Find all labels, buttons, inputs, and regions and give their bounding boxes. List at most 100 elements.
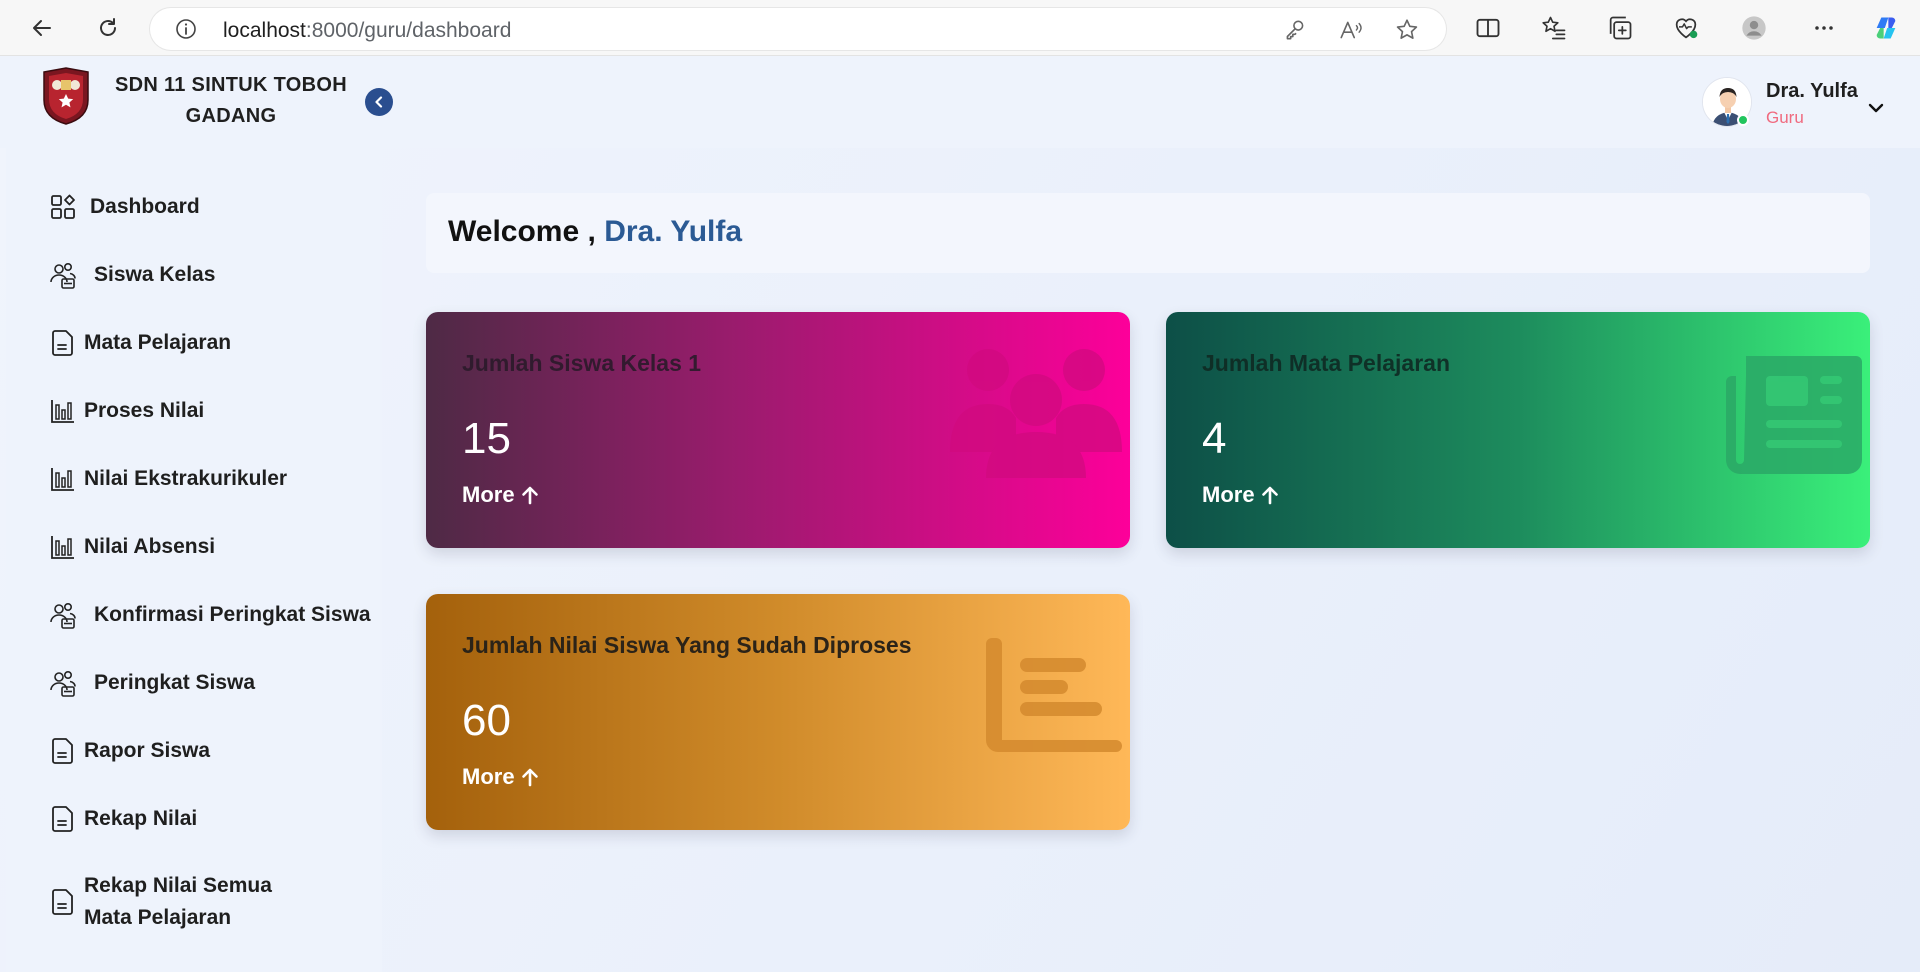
sidebar-item-label: Rapor Siswa	[84, 739, 211, 762]
collections-icon	[1609, 16, 1632, 40]
sidebar-item-label-line2: Mata Pelajaran	[84, 906, 232, 929]
favorites-button[interactable]	[1538, 12, 1570, 44]
stat-card-jumlah-siswa: Jumlah Siswa Kelas 1 15 More	[426, 312, 1130, 548]
card-title: Jumlah Mata Pelajaran	[1202, 350, 1450, 376]
sidebar-item-label: Rekap Nilai Semua Mata Pelajaran	[84, 870, 272, 934]
sidebar-item-label: Proses Nilai	[84, 399, 205, 422]
app-header: SDN 11 SINTUK TOBOH GADANG Dra. Yulfa Gu…	[0, 56, 1920, 148]
card-more-link[interactable]: More	[462, 482, 541, 508]
sidebar-collapse-button[interactable]	[365, 88, 393, 116]
bar-chart-icon	[46, 530, 80, 564]
more-label: More	[462, 764, 515, 789]
users-icon	[950, 349, 1122, 478]
chevron-down-icon[interactable]	[1866, 98, 1886, 118]
sidebar-item-label: Dashboard	[90, 195, 200, 218]
sidebar-item-rapor-siswa[interactable]: Rapor Siswa	[46, 734, 210, 768]
profile-button[interactable]	[1738, 12, 1770, 44]
sidebar-item-label: Siswa Kelas	[94, 263, 216, 286]
card-value: 60	[462, 696, 511, 745]
more-dots-icon	[1815, 26, 1833, 30]
info-icon[interactable]	[174, 17, 198, 41]
refresh-icon	[100, 18, 116, 36]
url-path: :8000/guru/dashboard	[305, 19, 512, 42]
sidebar: Dashboard Siswa Kelas Mata Pelajaran Pro…	[6, 148, 382, 972]
browser-essentials-button[interactable]	[1670, 12, 1702, 44]
card-value: 4	[1202, 414, 1227, 463]
document-icon	[46, 885, 80, 919]
card-title: Jumlah Nilai Siswa Yang Sudah Diproses	[462, 632, 912, 658]
welcome-prefix: Welcome ,	[448, 215, 596, 248]
stat-card-jumlah-mata-pelajaran: Jumlah Mata Pelajaran 4 More	[1166, 312, 1870, 548]
sidebar-item-proses-nilai[interactable]: Proses Nilai	[46, 394, 204, 428]
newspaper-icon	[1726, 356, 1862, 474]
sidebar-item-label-line1: Rekap Nilai Semua	[84, 874, 272, 897]
bar-chart-icon	[46, 394, 80, 428]
welcome-banner: Welcome , Dra. Yulfa	[426, 193, 1870, 273]
key-icon[interactable]	[1282, 17, 1308, 43]
sidebar-item-nilai-ekstrakurikuler[interactable]: Nilai Ekstrakurikuler	[46, 462, 287, 496]
school-name-line2: GADANG	[185, 105, 277, 127]
users-icon	[46, 258, 80, 292]
school-logo-icon	[43, 67, 89, 125]
welcome-user-name: Dra. Yulfa	[604, 215, 743, 248]
arrow-up-icon	[521, 486, 538, 505]
heart-pulse-icon	[1675, 18, 1698, 39]
card-title: Jumlah Siswa Kelas 1	[462, 350, 702, 376]
document-icon	[46, 802, 80, 836]
sidebar-item-label: Konfirmasi Peringkat Siswa	[94, 603, 371, 626]
users-icon	[46, 666, 80, 700]
school-name: SDN 11 SINTUK TOBOH GADANG	[100, 70, 362, 132]
sidebar-item-peringkat-siswa[interactable]: Peringkat Siswa	[46, 666, 255, 700]
url-host: localhost	[223, 19, 306, 42]
card-value: 15	[462, 414, 511, 463]
browser-toolbar: localhost:8000/guru/dashboard	[0, 0, 1920, 56]
copilot-icon	[1876, 17, 1896, 39]
stat-card-jumlah-nilai-diproses: Jumlah Nilai Siswa Yang Sudah Diproses 6…	[426, 594, 1130, 830]
address-bar[interactable]: localhost:8000/guru/dashboard	[150, 8, 1446, 50]
welcome-text: Welcome , Dra. Yulfa	[448, 215, 742, 249]
read-aloud-icon[interactable]	[1338, 17, 1364, 43]
sidebar-item-dashboard[interactable]: Dashboard	[46, 190, 200, 224]
card-more-link[interactable]: More	[1202, 482, 1281, 508]
arrow-up-icon	[1261, 486, 1278, 505]
favorite-star-icon[interactable]	[1394, 17, 1420, 43]
back-arrow-icon	[33, 20, 51, 36]
profile-icon	[1742, 16, 1766, 40]
app-page: SDN 11 SINTUK TOBOH GADANG Dra. Yulfa Gu…	[0, 56, 1920, 972]
sidebar-item-nilai-absensi[interactable]: Nilai Absensi	[46, 530, 215, 564]
more-menu-button[interactable]	[1808, 12, 1840, 44]
copilot-button[interactable]	[1870, 12, 1902, 44]
refresh-button[interactable]	[90, 10, 126, 46]
sidebar-item-label: Nilai Ekstrakurikuler	[84, 467, 288, 490]
user-name[interactable]: Dra. Yulfa	[1766, 80, 1858, 103]
split-screen-icon	[1476, 18, 1500, 38]
sidebar-item-label: Mata Pelajaran	[84, 331, 232, 354]
sidebar-item-rekap-nilai-semua-mata-pelajaran[interactable]: Rekap Nilai Semua Mata Pelajaran	[46, 870, 272, 934]
sidebar-item-siswa-kelas[interactable]: Siswa Kelas	[46, 258, 215, 292]
user-role: Guru	[1766, 108, 1804, 127]
back-button[interactable]	[24, 10, 60, 46]
sidebar-item-mata-pelajaran[interactable]: Mata Pelajaran	[46, 326, 231, 360]
bar-chart-icon	[46, 462, 80, 496]
more-label: More	[462, 482, 515, 507]
dashboard-icon	[46, 190, 80, 224]
sidebar-item-konfirmasi-peringkat-siswa[interactable]: Konfirmasi Peringkat Siswa	[46, 598, 371, 632]
sidebar-item-label: Peringkat Siswa	[94, 671, 256, 694]
sidebar-item-label: Nilai Absensi	[84, 535, 216, 558]
users-icon	[46, 598, 80, 632]
document-icon	[46, 734, 80, 768]
split-screen-button[interactable]	[1472, 12, 1504, 44]
card-more-link[interactable]: More	[462, 764, 541, 790]
school-name-line1: SDN 11 SINTUK TOBOH	[114, 74, 348, 96]
list-chart-icon	[986, 638, 1122, 752]
more-label: More	[1202, 482, 1255, 507]
collections-button[interactable]	[1604, 12, 1636, 44]
chevron-left-icon	[375, 96, 383, 108]
arrow-up-icon	[521, 768, 538, 787]
online-status-dot	[1737, 114, 1749, 126]
sidebar-item-label: Rekap Nilai	[84, 807, 198, 830]
document-icon	[46, 326, 80, 360]
sidebar-item-rekap-nilai[interactable]: Rekap Nilai	[46, 802, 197, 836]
favorites-list-icon	[1542, 16, 1566, 40]
url-text[interactable]: localhost:8000/guru/dashboard	[223, 19, 511, 43]
